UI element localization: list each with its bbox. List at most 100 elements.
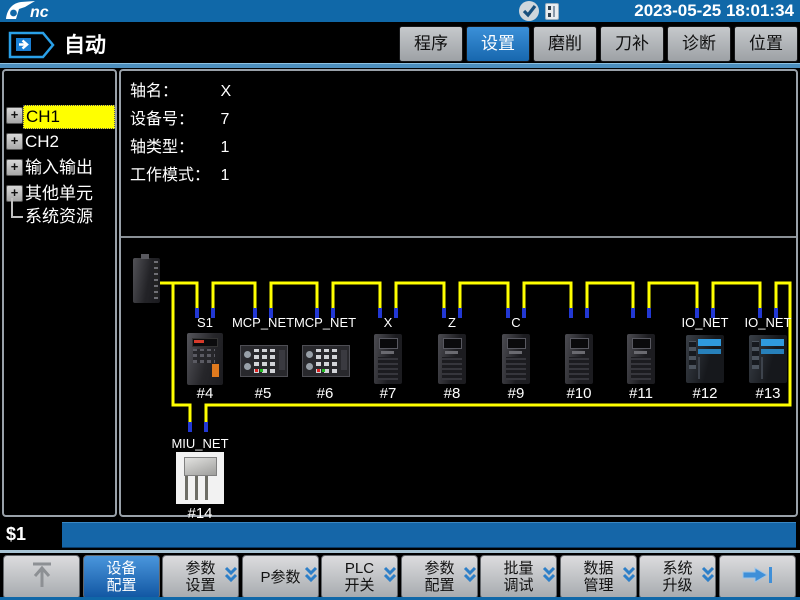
mcp-k2-detail xyxy=(306,363,313,370)
sidebar-item-ch1[interactable]: CH1 xyxy=(23,105,115,129)
softkey-plc-switch[interactable]: PLC开关 xyxy=(321,555,398,599)
sv-btn-detail xyxy=(634,351,647,354)
info-label: 工作模式： xyxy=(130,161,216,185)
auto-mode-icon xyxy=(8,30,56,65)
softkey-p-param[interactable]: P参数 xyxy=(242,555,319,599)
info-value: X xyxy=(220,83,231,100)
device-number: #12 xyxy=(675,385,735,402)
mcp-k2-detail xyxy=(244,363,251,370)
vfd-led-detail xyxy=(194,340,204,343)
softkey-label: 系统升级 xyxy=(662,560,692,594)
device-7[interactable] xyxy=(374,334,402,384)
sidebar-item-ch2[interactable]: CH2 xyxy=(23,131,61,153)
sv-body-detail xyxy=(506,357,526,380)
device-bus-label: X xyxy=(353,315,423,330)
device-12[interactable] xyxy=(686,335,724,383)
info-row-axis-name: 轴名： X xyxy=(130,77,231,97)
tab-tool-comp[interactable]: 刀补 xyxy=(600,26,664,62)
chevron-down-icon xyxy=(304,565,318,589)
sv-body-detail xyxy=(378,357,398,380)
chevron-down-icon xyxy=(224,565,238,589)
io-slots-detail xyxy=(752,341,759,369)
softkey-label: 参数设置 xyxy=(185,560,215,594)
device-number: #14 xyxy=(170,505,230,522)
device-bus-label: IO_NET xyxy=(670,315,740,330)
header-divider xyxy=(0,63,800,68)
vfd-kp-detail xyxy=(193,349,215,363)
device-bus-label: Z xyxy=(417,315,487,330)
sv-btn-detail xyxy=(445,351,458,354)
chevron-down-icon xyxy=(383,565,397,589)
sidebar-item-system-resources[interactable]: 系统资源 xyxy=(23,206,95,228)
softkey-param-setting[interactable]: 参数设置 xyxy=(162,555,239,599)
mcp-dotg-detail xyxy=(322,369,325,372)
info-value: 7 xyxy=(220,111,229,128)
next-page-icon xyxy=(740,565,776,589)
sidebar-item-other-units[interactable]: 其他单元 xyxy=(23,183,95,205)
tree-elbow-line xyxy=(11,198,23,218)
tab-program[interactable]: 程序 xyxy=(399,26,463,62)
controller-connector-strip xyxy=(154,261,158,299)
device-number: #13 xyxy=(738,385,798,402)
mode-label: 自动 xyxy=(64,29,106,59)
device-bus-label: MCP_NET xyxy=(290,315,360,330)
mcp-dotr-detail xyxy=(317,369,320,372)
info-value: 1 xyxy=(220,167,229,184)
up-arrow-icon xyxy=(28,560,56,594)
tab-grinding[interactable]: 磨削 xyxy=(533,26,597,62)
softkey-device-config[interactable]: 设备配置 xyxy=(83,555,160,599)
device-5[interactable] xyxy=(240,345,288,377)
info-row-axis-type: 轴类型： 1 xyxy=(130,133,229,153)
softkey-param-config[interactable]: 参数配置 xyxy=(401,555,478,599)
softkey-batch-debug[interactable]: 批量调试 xyxy=(480,555,557,599)
sidebar-item-input-output[interactable]: 输入输出 xyxy=(23,157,95,179)
softkey-label: PLC开关 xyxy=(344,560,374,594)
io-slots-detail xyxy=(689,341,696,369)
device-14[interactable] xyxy=(176,452,224,504)
device-11[interactable] xyxy=(627,334,655,384)
info-label: 轴名： xyxy=(130,77,216,101)
tab-diagnosis[interactable]: 诊断 xyxy=(667,26,731,62)
device-9[interactable] xyxy=(502,334,530,384)
sv-body-detail xyxy=(631,357,651,380)
device-8[interactable] xyxy=(438,334,466,384)
device-10[interactable] xyxy=(565,334,593,384)
device-bus-label: MCP_NET xyxy=(228,315,298,330)
softkey-data-manage[interactable]: 数据管理 xyxy=(560,555,637,599)
miu-legs-detail xyxy=(185,476,215,500)
chevron-down-icon xyxy=(463,565,477,589)
expand-icon[interactable]: + xyxy=(6,133,23,150)
device-13[interactable] xyxy=(749,335,787,383)
device-number: #11 xyxy=(611,385,671,402)
expand-icon[interactable]: + xyxy=(6,159,23,176)
softkey-label: P参数 xyxy=(260,569,300,586)
device-6[interactable] xyxy=(302,345,350,377)
softkey-label: 数据管理 xyxy=(583,560,613,594)
io-b2-detail xyxy=(761,349,784,354)
softkey-next-page[interactable] xyxy=(719,555,796,599)
device-bus-label: IO_NET xyxy=(733,315,800,330)
sv-scr-detail xyxy=(632,338,651,349)
softkey-back[interactable] xyxy=(3,555,80,599)
header-row: 自动 程序设置磨削刀补诊断位置 xyxy=(0,22,800,63)
sv-scr-detail xyxy=(507,338,526,349)
io-line-detail xyxy=(698,357,700,379)
sv-body-detail xyxy=(569,357,589,380)
device-bus-label: C xyxy=(481,315,551,330)
tab-settings[interactable]: 设置 xyxy=(466,26,530,62)
controller-device[interactable] xyxy=(133,258,160,303)
controller-knob xyxy=(141,254,149,259)
softkey-system-upgrade[interactable]: 系统升级 xyxy=(639,555,716,599)
sv-body-detail xyxy=(442,357,462,380)
cnc-screen: nc 2023-05-25 18:01:34 自动 程序设置磨削刀补诊断位置 xyxy=(0,0,800,600)
sv-btn-detail xyxy=(381,351,394,354)
vfd-or-detail xyxy=(212,364,219,377)
chevron-down-icon xyxy=(701,565,715,589)
info-row-work-mode: 工作模式： 1 xyxy=(130,161,229,181)
info-value: 1 xyxy=(220,139,229,156)
expand-icon[interactable]: + xyxy=(6,107,23,124)
device-number: #8 xyxy=(422,385,482,402)
sv-btn-detail xyxy=(509,351,522,354)
tab-position[interactable]: 位置 xyxy=(734,26,798,62)
device-4[interactable] xyxy=(187,333,223,385)
